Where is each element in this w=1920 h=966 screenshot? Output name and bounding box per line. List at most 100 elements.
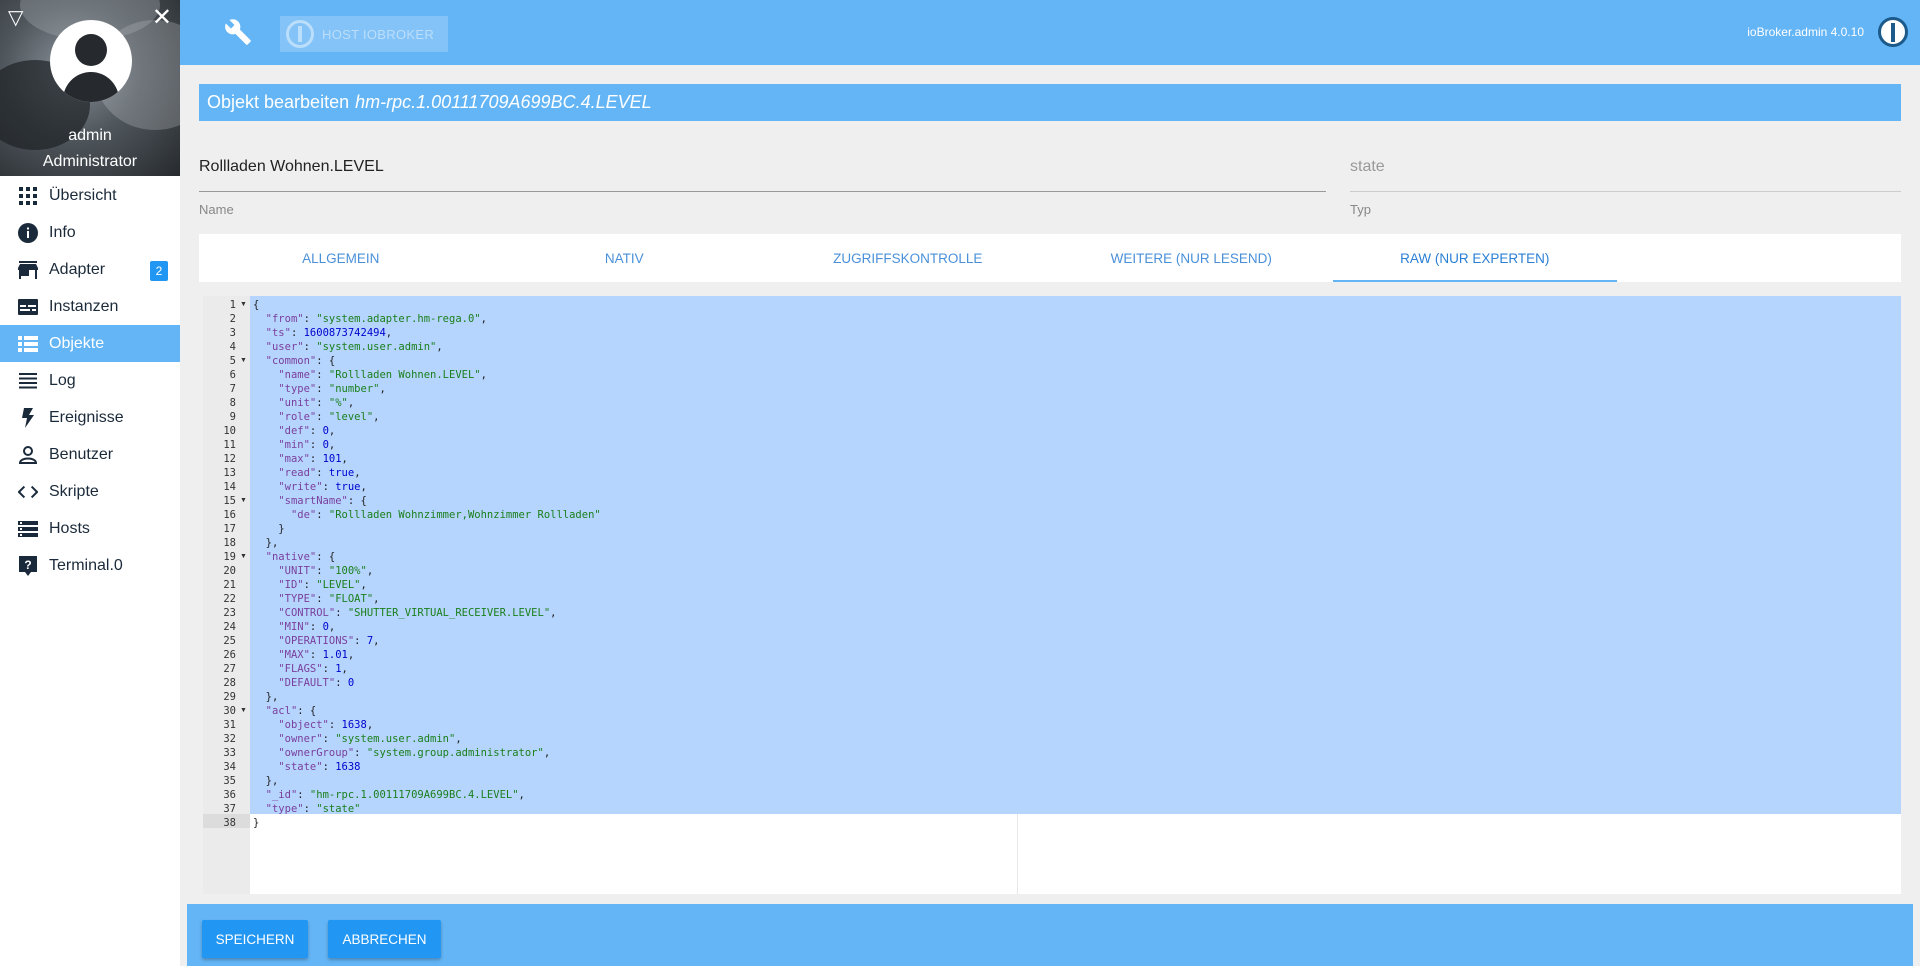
code-line: }, xyxy=(253,775,279,787)
print-margin xyxy=(1017,814,1018,894)
nav-item-objekte[interactable]: Objekte xyxy=(0,325,180,362)
code-line: "smartName": { xyxy=(278,495,367,507)
line-number: 9 xyxy=(229,411,236,423)
line-number: 2 xyxy=(229,313,236,325)
fold-toggle-icon[interactable]: ▼ xyxy=(240,354,247,368)
line-number: 28 xyxy=(223,677,236,689)
tab-raw[interactable]: RAW (NUR EXPERTEN) xyxy=(1333,234,1617,282)
code-line: "min": 0, xyxy=(278,439,336,451)
nav-item-ereignisse[interactable]: Ereignisse xyxy=(0,399,180,436)
cancel-button[interactable]: ABBRECHEN xyxy=(328,920,441,958)
line-number: 34 xyxy=(223,761,236,773)
nav-item-terminal[interactable]: ? Terminal.0 xyxy=(0,547,180,584)
line-number: 14 xyxy=(223,481,236,493)
line-number: 35 xyxy=(223,775,236,787)
line-number: 33 xyxy=(223,747,236,759)
host-label: HOST IOBROKER xyxy=(322,26,435,42)
nav-item-instanzen[interactable]: Instanzen xyxy=(0,288,180,325)
fold-toggle-icon[interactable]: ▼ xyxy=(240,704,247,718)
code-line: } xyxy=(253,523,285,535)
line-number: 7 xyxy=(229,383,236,395)
code-line: "object": 1638, xyxy=(278,719,374,731)
code-line: "MIN": 0, xyxy=(278,621,336,633)
dialog-title: Objekt bearbeiten hm-rpc.1.00111709A699B… xyxy=(199,84,1901,121)
line-number: 11 xyxy=(223,439,236,451)
nav-item-info[interactable]: Info xyxy=(0,214,180,251)
code-line: } xyxy=(253,817,260,829)
nav-item-log[interactable]: Log xyxy=(0,362,180,399)
host-selector-button[interactable]: HOST IOBROKER xyxy=(280,16,448,52)
code-line: "CONTROL": "SHUTTER_VIRTUAL_RECEIVER.LEV… xyxy=(278,607,557,619)
line-number: 22 xyxy=(223,593,236,605)
menu-toggle-icon[interactable]: ▽ xyxy=(8,8,23,28)
nav-item-hosts[interactable]: Hosts xyxy=(0,510,180,547)
fold-toggle-icon[interactable]: ▼ xyxy=(240,298,247,312)
line-number: 12 xyxy=(223,453,236,465)
type-input[interactable]: state xyxy=(1350,158,1385,176)
nav-item-skripte[interactable]: Skripte xyxy=(0,473,180,510)
info-icon xyxy=(18,222,38,243)
close-icon[interactable]: ✕ xyxy=(152,6,172,30)
avatar-head xyxy=(75,34,107,66)
line-number: 29 xyxy=(223,691,236,703)
code-line: "write": true, xyxy=(278,481,367,493)
code-line: "_id": "hm-rpc.1.00111709A699BC.4.LEVEL"… xyxy=(265,789,525,801)
tab-weitere[interactable]: WEITERE (NUR LESEND) xyxy=(1050,234,1334,282)
sidebar: ▽ ✕ admin Administrator Übersicht Info A… xyxy=(0,0,180,966)
log-icon xyxy=(18,371,38,391)
nav-label: Info xyxy=(49,223,76,241)
tab-nativ[interactable]: NATIV xyxy=(483,234,767,282)
name-input[interactable]: Rollladen Wohnen.LEVEL xyxy=(199,158,384,176)
instances-icon xyxy=(18,297,38,317)
line-number: 13 xyxy=(223,467,236,479)
adapter-update-badge: 2 xyxy=(150,261,168,281)
wrench-icon[interactable] xyxy=(224,18,252,46)
nav-item-benutzer[interactable]: Benutzer xyxy=(0,436,180,473)
nav-label: Benutzer xyxy=(49,445,114,463)
code-line: "TYPE": "FLOAT", xyxy=(278,593,380,605)
nav-label: Übersicht xyxy=(49,186,117,204)
code-line: "de": "Rollladen Wohnzimmer,Wohnzimmer R… xyxy=(290,509,601,521)
code-line: "name": "Rollladen Wohnen.LEVEL", xyxy=(278,369,487,381)
nav-item-adapter[interactable]: Adapter 2 xyxy=(0,251,180,288)
flash-icon xyxy=(18,407,38,428)
code-line: "ID": "LEVEL", xyxy=(278,579,367,591)
name-field[interactable]: Rollladen Wohnen.LEVEL Name xyxy=(199,158,1326,218)
code-line: "role": "level", xyxy=(278,411,380,423)
nav-item-uebersicht[interactable]: Übersicht xyxy=(0,177,180,214)
help-box-icon: ? xyxy=(18,555,38,576)
user-role: Administrator xyxy=(42,153,138,170)
line-number: 23 xyxy=(223,607,236,619)
tab-allgemein[interactable]: ALLGEMEIN xyxy=(199,234,483,282)
tab-zugriffskontrolle[interactable]: ZUGRIFFSKONTROLLE xyxy=(766,234,1050,282)
code-content[interactable]: { "from": "system.adapter.hm-rega.0", "t… xyxy=(250,296,1901,829)
nav-label: Terminal.0 xyxy=(49,556,123,574)
name-underline xyxy=(199,191,1326,192)
person-icon xyxy=(18,445,38,465)
svg-text:?: ? xyxy=(24,558,31,572)
user-name: admin xyxy=(68,127,112,144)
code-line: }, xyxy=(253,537,279,549)
fold-toggle-icon[interactable]: ▼ xyxy=(240,550,247,564)
code-icon xyxy=(18,482,38,502)
code-line: "native": { xyxy=(265,551,336,563)
type-underline xyxy=(1350,191,1901,192)
store-icon xyxy=(18,260,38,280)
code-line: "ownerGroup": "system.group.administrato… xyxy=(278,747,551,759)
line-number: 32 xyxy=(223,733,236,745)
code-line: "DEFAULT": 0 xyxy=(278,677,355,689)
code-line: "acl": { xyxy=(265,705,317,717)
save-button[interactable]: SPEICHERN xyxy=(202,920,308,958)
line-number: 4 xyxy=(229,341,236,353)
code-line: "read": true, xyxy=(278,467,361,479)
nav-label: Objekte xyxy=(49,334,105,352)
line-number: 37 xyxy=(223,803,236,815)
line-number: 25 xyxy=(223,635,236,647)
code-line: "ts": 1600873742494, xyxy=(265,327,393,339)
code-line: "UNIT": "100%", xyxy=(278,565,374,577)
fold-toggle-icon[interactable]: ▼ xyxy=(240,494,247,508)
type-field[interactable]: state Typ xyxy=(1350,158,1901,218)
json-editor[interactable]: 1 ▼ 2 3 4 5 ▼ 6 7 8 9 10 11 12 13 14 15 ▼ 16 17 18 19 ▼ 20 21 22 2… xyxy=(203,296,1901,894)
code-line: "type": "state" xyxy=(265,803,361,815)
iobroker-logo-icon xyxy=(1878,17,1908,47)
